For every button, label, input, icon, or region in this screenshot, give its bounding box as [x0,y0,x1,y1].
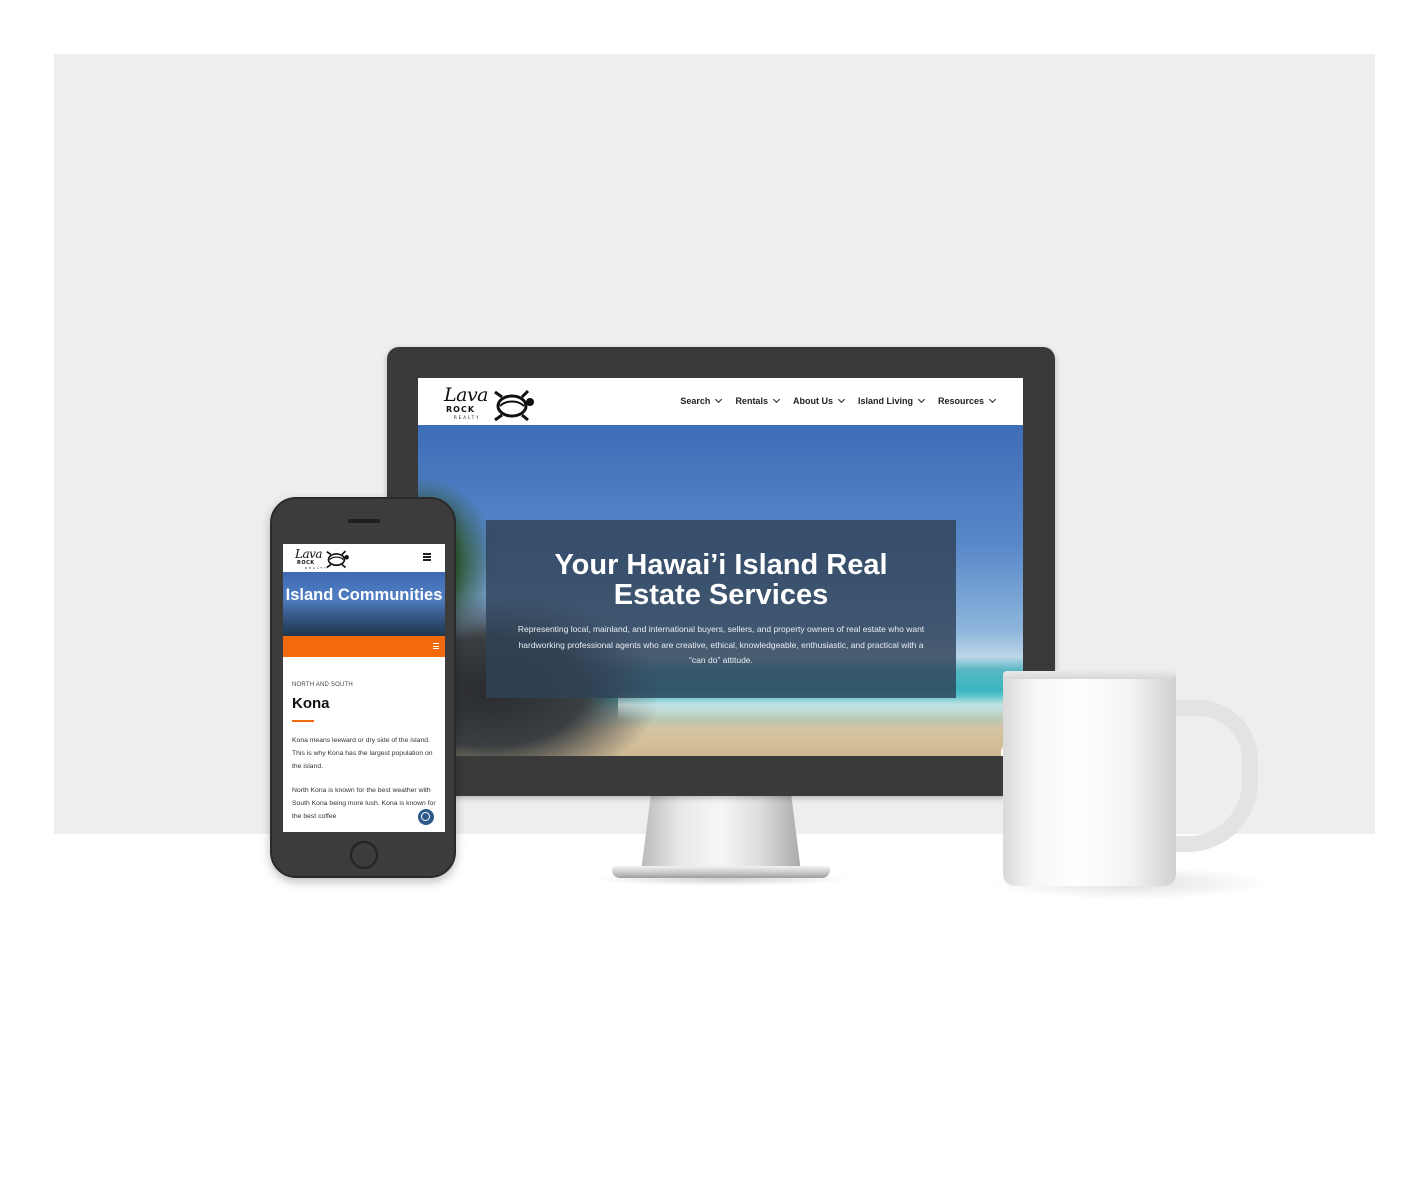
mobile-screen: Lava ROCK REALTY Island Communities NORT… [283,544,445,832]
accessibility-icon-ring [421,812,430,821]
monitor-stand-base [612,866,830,878]
mobile-content: NORTH AND SOUTH Kona Kona means leeward … [292,657,438,824]
mobile-header: Lava ROCK REALTY [283,544,445,572]
desktop-screen: Lava ROCK REALTY Search Rentals About Us… [418,378,1023,756]
nav-about-us[interactable]: About Us [792,395,845,406]
logo-word-lava: Lava [295,547,323,561]
banner-title: Island Communities [285,586,443,604]
nav-search[interactable]: Search [680,395,723,406]
hamburger-icon[interactable] [423,553,431,561]
turtle-icon [494,389,534,422]
title-underline [292,720,314,722]
mobile-submenu-bar[interactable] [283,636,445,657]
main-nav: Search Rentals About Us Island Living Re… [680,395,997,406]
site-header: Lava ROCK REALTY Search Rentals About Us… [418,378,1023,425]
nav-label: Search [680,396,711,406]
coffee-mug [1003,671,1176,886]
section-eyebrow: NORTH AND SOUTH [292,682,353,688]
paragraph: Kona means leeward or dry side of the is… [292,737,433,770]
mockup-stage: Lava ROCK REALTY Search Rentals About Us… [0,0,1428,1200]
hero-description: Representing local, mainland, and intern… [517,624,925,665]
hero-overlay-box: Your Hawai’i Island Real Estate Services… [486,520,956,698]
chevron-down-icon [715,395,723,404]
nav-island-living[interactable]: Island Living [857,395,926,406]
accessibility-icon[interactable] [417,808,435,826]
mug-rim [1003,671,1176,679]
chevron-down-icon [772,395,780,404]
mobile-site-logo[interactable]: Lava ROCK REALTY [295,547,355,571]
home-button [350,841,378,869]
site-logo[interactable]: Lava ROCK REALTY [444,384,539,422]
monitor-stand [641,796,801,872]
desktop-monitor: Lava ROCK REALTY Search Rentals About Us… [387,347,1055,796]
logo-word-lava: Lava [444,384,489,406]
mobile-phone: Lava ROCK REALTY Island Communities NORT… [270,497,456,878]
chevron-down-icon [917,395,926,404]
nav-rentals[interactable]: Rentals [735,395,780,406]
phone-speaker [348,519,380,523]
logo-word-rock: ROCK [446,405,476,414]
nav-label: Resources [937,396,984,406]
nav-label: About Us [792,396,833,406]
nav-label: Island Living [857,396,913,406]
turtle-icon [326,550,349,569]
hero-section: Your Hawai’i Island Real Estate Services… [418,425,1023,756]
chevron-down-icon [988,395,997,404]
hero-title: Your Hawai’i Island Real Estate Services [554,549,888,611]
nav-resources[interactable]: Resources [937,395,997,406]
hamburger-icon[interactable] [433,643,439,651]
logo-word-realty: REALTY [454,415,481,420]
mobile-page-banner: Island Communities [283,572,445,636]
nav-label: Rentals [735,396,768,406]
section-title: Kona [292,695,330,712]
chevron-down-icon [837,395,845,404]
